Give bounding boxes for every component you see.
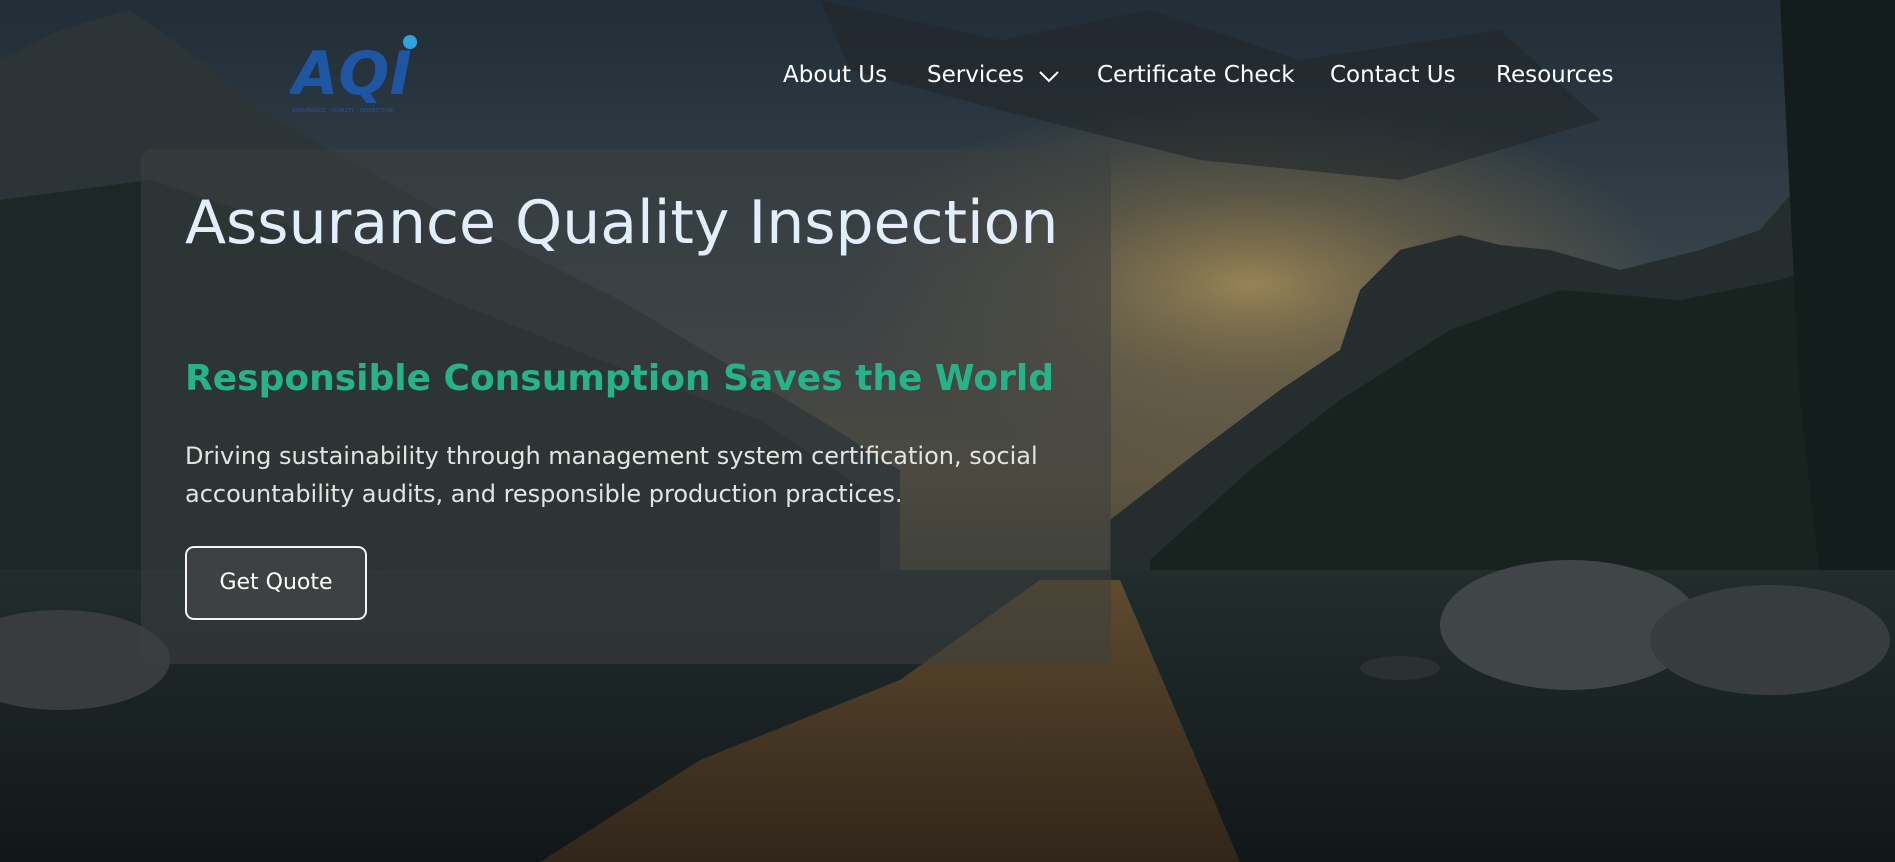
chevron-down-icon (1039, 59, 1060, 93)
logo-globe-icon (403, 35, 417, 49)
hero-section: AQI ASSURANCE · QUALITY · INSPECTION Abo… (0, 0, 1895, 862)
nav-contact-us[interactable]: Contact Us (1330, 58, 1456, 92)
hero-description: Driving sustainability through managemen… (185, 442, 1038, 508)
get-quote-button[interactable]: Get Quote (185, 546, 367, 620)
nav-resources-label: Resources (1496, 62, 1614, 88)
nav-certificate-check-label: Certificate Check (1097, 62, 1295, 88)
nav-services-label: Services (927, 62, 1024, 88)
nav-certificate-check[interactable]: Certificate Check (1097, 58, 1295, 92)
nav-about-us[interactable]: About Us (783, 58, 887, 92)
logo-tagline: ASSURANCE · QUALITY · INSPECTION (292, 108, 393, 114)
hero-title: Assurance Quality Inspection (185, 188, 1059, 258)
main-nav: About Us Services Certificate Check Cont… (760, 58, 1640, 92)
aqi-logo[interactable]: AQI ASSURANCE · QUALITY · INSPECTION (290, 30, 420, 120)
logo-wordmark: AQI (290, 39, 412, 109)
nav-services[interactable]: Services (927, 58, 1060, 93)
nav-contact-us-label: Contact Us (1330, 62, 1456, 88)
nav-resources[interactable]: Resources (1496, 58, 1613, 92)
hero-subtitle: Responsible Consumption Saves the World (185, 358, 1054, 399)
nav-about-us-label: About Us (783, 62, 888, 88)
